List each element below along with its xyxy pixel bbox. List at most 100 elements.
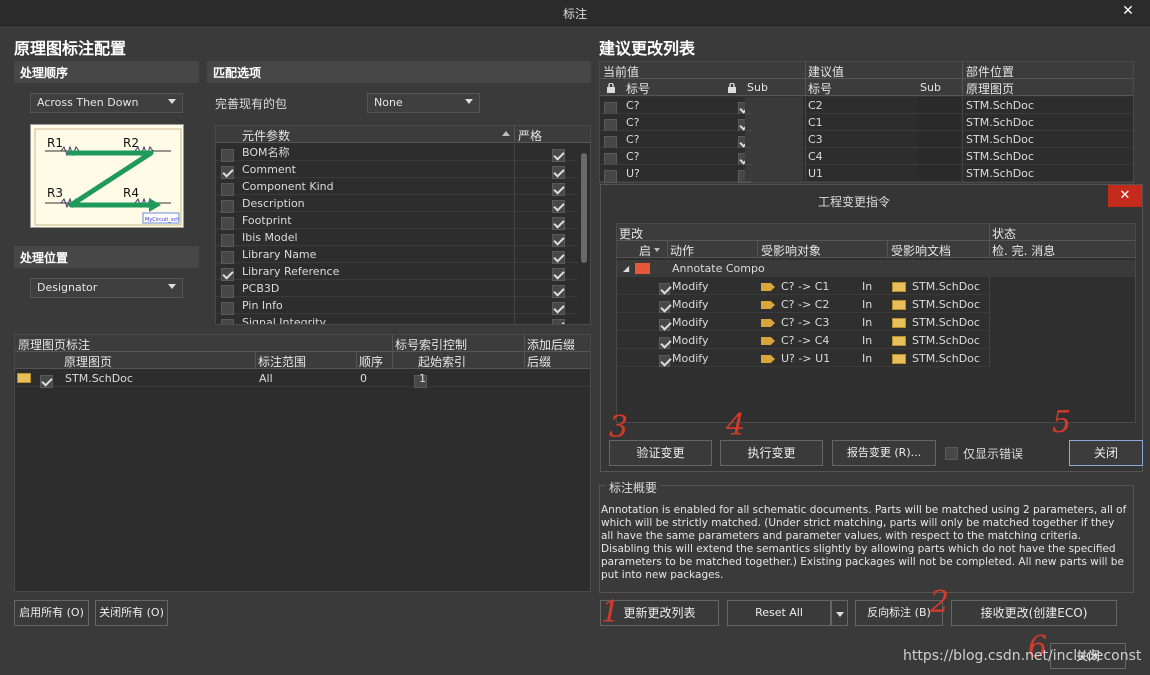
- strict-checkbox[interactable]: [552, 267, 565, 281]
- col-sheet[interactable]: 原理图页: [64, 353, 112, 370]
- col-proposed-designator[interactable]: 标号: [808, 80, 832, 97]
- eco-close-button[interactable]: 关闭: [1069, 440, 1143, 466]
- strict-checkbox[interactable]: [552, 284, 565, 298]
- current-lock-checkbox[interactable]: [604, 118, 617, 132]
- param-col-header[interactable]: 元件参数: [242, 127, 290, 144]
- proposed-designator[interactable]: U1: [808, 165, 823, 182]
- param-row[interactable]: Ibis Model: [216, 229, 578, 247]
- col-current-sub[interactable]: Sub: [747, 81, 768, 94]
- param-checkbox[interactable]: [221, 301, 234, 315]
- param-checkbox[interactable]: [221, 267, 234, 281]
- param-checkbox[interactable]: [221, 165, 234, 179]
- proposed-designator[interactable]: C4: [808, 148, 823, 165]
- sheet-start-index[interactable]: 1: [419, 370, 426, 387]
- reset-dropdown-button[interactable]: [831, 600, 848, 626]
- change-row[interactable]: U? U1 STM.SchDoc: [600, 165, 1133, 183]
- strict-checkbox[interactable]: [552, 199, 565, 213]
- change-row[interactable]: C? C3 STM.SchDoc: [600, 131, 1133, 149]
- eco-enable-checkbox[interactable]: [659, 355, 670, 367]
- eco-row[interactable]: Modify U? -> U1 In STM.SchDoc: [617, 350, 989, 367]
- filter-icon: [654, 248, 660, 252]
- reset-all-button[interactable]: Reset All: [727, 600, 831, 626]
- param-checkbox[interactable]: [221, 318, 234, 324]
- execute-changes-button[interactable]: 执行变更: [720, 440, 823, 466]
- strict-checkbox[interactable]: [552, 165, 565, 179]
- col-current-designator[interactable]: 标号: [626, 80, 650, 97]
- order-dropdown[interactable]: Across Then Down: [30, 93, 183, 113]
- col-suffix[interactable]: 后缀: [527, 353, 551, 370]
- sheet-scope[interactable]: All: [259, 370, 273, 387]
- strict-checkbox[interactable]: [552, 148, 565, 162]
- param-checkbox[interactable]: [221, 250, 234, 264]
- param-checkbox[interactable]: [221, 216, 234, 230]
- param-row[interactable]: Library Name: [216, 246, 578, 264]
- only-errors-checkbox[interactable]: [945, 446, 958, 460]
- eco-row[interactable]: Modify C? -> C3 In STM.SchDoc: [617, 314, 989, 331]
- params-scrollbar[interactable]: [578, 143, 590, 324]
- current-lock-checkbox[interactable]: [604, 135, 617, 149]
- disable-all-button[interactable]: 关闭所有 (O): [95, 600, 168, 626]
- sheet-row[interactable]: STM.SchDoc All 0 1: [15, 370, 590, 388]
- strict-checkbox[interactable]: [552, 250, 565, 264]
- param-row[interactable]: PCB3D: [216, 280, 578, 298]
- col-location-sheet[interactable]: 原理图页: [966, 80, 1014, 97]
- param-row[interactable]: Footprint: [216, 212, 578, 230]
- strict-checkbox[interactable]: [552, 301, 565, 315]
- param-row[interactable]: Component Kind: [216, 178, 578, 196]
- eco-enable-checkbox[interactable]: [659, 283, 670, 295]
- param-checkbox[interactable]: [221, 199, 234, 213]
- eco-col-affected[interactable]: 受影响对象: [761, 242, 821, 259]
- col-start-index[interactable]: 起始索引: [418, 353, 466, 370]
- strict-checkbox[interactable]: [552, 318, 565, 324]
- param-checkbox[interactable]: [221, 148, 234, 162]
- col-scope[interactable]: 标注范围: [258, 353, 306, 370]
- strict-col-header[interactable]: 严格: [518, 127, 542, 144]
- location-dropdown[interactable]: Designator: [30, 278, 183, 298]
- change-row[interactable]: C? C1 STM.SchDoc: [600, 114, 1133, 132]
- current-lock-checkbox[interactable]: [604, 169, 617, 183]
- strict-checkbox[interactable]: [552, 182, 565, 196]
- eco-col-check[interactable]: 检. 完. 消息: [992, 242, 1055, 259]
- enable-all-button[interactable]: 启用所有 (O): [14, 600, 89, 626]
- change-row[interactable]: C? C2 STM.SchDoc: [600, 97, 1133, 115]
- col-proposed-sub[interactable]: Sub: [920, 81, 941, 94]
- current-lock-checkbox[interactable]: [604, 101, 617, 115]
- eco-enable-checkbox[interactable]: [659, 301, 670, 313]
- window-close-icon[interactable]: ✕: [1118, 1, 1138, 21]
- accept-changes-button[interactable]: 接收更改(创建ECO): [951, 600, 1117, 626]
- eco-close-icon[interactable]: ✕: [1108, 185, 1142, 207]
- strict-checkbox[interactable]: [552, 233, 565, 247]
- current-lock-checkbox[interactable]: [604, 152, 617, 166]
- eco-group-row[interactable]: ◢ Annotate Compo: [617, 260, 1135, 277]
- param-row[interactable]: Signal Integrity: [216, 314, 578, 324]
- proposed-designator[interactable]: C1: [808, 114, 823, 131]
- eco-col-action[interactable]: 动作: [670, 242, 694, 259]
- strict-checkbox[interactable]: [552, 216, 565, 230]
- param-checkbox[interactable]: [221, 182, 234, 196]
- sheet-order[interactable]: 0: [360, 370, 367, 387]
- param-checkbox[interactable]: [221, 284, 234, 298]
- eco-row[interactable]: Modify C? -> C4 In STM.SchDoc: [617, 332, 989, 349]
- param-row[interactable]: Library Reference: [216, 263, 578, 281]
- eco-col-doc[interactable]: 受影响文档: [891, 242, 951, 259]
- eco-row[interactable]: Modify C? -> C2 In STM.SchDoc: [617, 296, 989, 313]
- param-row[interactable]: Pin Info: [216, 297, 578, 315]
- eco-enable-checkbox[interactable]: [659, 337, 670, 349]
- col-order[interactable]: 顺序: [359, 353, 383, 370]
- proposed-designator[interactable]: C2: [808, 97, 823, 114]
- param-row[interactable]: BOM名称: [216, 144, 578, 162]
- eco-col-enable[interactable]: 启: [639, 242, 651, 259]
- eco-enable-checkbox[interactable]: [659, 319, 670, 331]
- expand-icon[interactable]: ◢: [623, 260, 629, 277]
- proposed-designator[interactable]: C3: [808, 131, 823, 148]
- report-changes-button[interactable]: 报告变更 (R)...: [832, 440, 936, 466]
- eco-row[interactable]: Modify C? -> C1 In STM.SchDoc: [617, 278, 989, 295]
- sheet-enable-checkbox[interactable]: [40, 374, 53, 388]
- change-row[interactable]: C? C4 STM.SchDoc: [600, 148, 1133, 166]
- param-row[interactable]: Comment: [216, 161, 578, 179]
- param-row[interactable]: Description: [216, 195, 578, 213]
- location-sheet: STM.SchDoc: [966, 133, 1034, 146]
- complete-packages-dropdown[interactable]: None: [367, 93, 480, 113]
- scroll-thumb[interactable]: [581, 153, 587, 263]
- param-checkbox[interactable]: [221, 233, 234, 247]
